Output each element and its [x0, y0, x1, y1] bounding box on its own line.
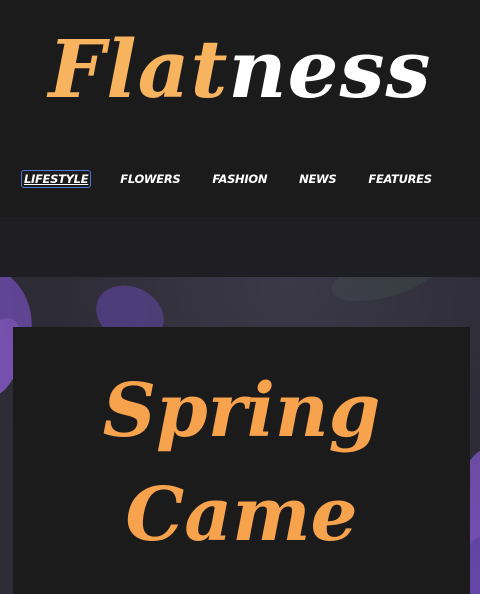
- nav-item-news[interactable]: NEWS: [297, 171, 338, 187]
- site-logo[interactable]: Flatness: [0, 14, 480, 124]
- post-title-line-2: Came: [125, 472, 358, 558]
- logo-text-ness: ness: [228, 22, 432, 116]
- site-header: Flatness LIFESTYLE FLOWERS FASHION NEWS …: [0, 0, 480, 217]
- nav-item-fashion[interactable]: FASHION: [210, 171, 269, 187]
- logo-text-flat: Flat: [48, 22, 229, 116]
- page: Flatness LIFESTYLE FLOWERS FASHION NEWS …: [0, 0, 480, 594]
- nav-item-features[interactable]: FEATURES: [366, 171, 433, 187]
- post-card[interactable]: Spring Came: [13, 327, 470, 594]
- main-nav: LIFESTYLE FLOWERS FASHION NEWS FEATURES: [20, 168, 462, 190]
- post-title-line-1: Spring: [102, 368, 381, 454]
- nav-item-flowers[interactable]: FLOWERS: [118, 171, 182, 187]
- header-spacer: [0, 217, 480, 277]
- hero-section: Spring Came: [0, 277, 480, 594]
- nav-item-lifestyle[interactable]: LIFESTYLE: [20, 170, 92, 188]
- post-title[interactable]: Spring Came: [13, 359, 470, 567]
